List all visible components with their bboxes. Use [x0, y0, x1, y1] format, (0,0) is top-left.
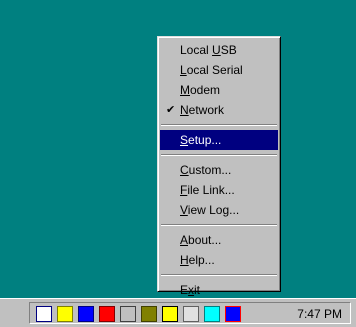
menu-separator [161, 224, 277, 226]
menu-item-label: Modem [180, 83, 221, 97]
menu-item-setup[interactable]: Setup... [160, 130, 278, 150]
tray-context-menu: Local USB Local Serial Modem ✔ Network Setup.… [157, 36, 281, 297]
network-cable-icon[interactable] [204, 306, 220, 322]
disk-icon[interactable] [183, 306, 199, 322]
menu-item-label: View Log... [180, 203, 240, 217]
menu-item-file-link[interactable]: File Link... [160, 180, 278, 200]
audio-icon[interactable] [141, 306, 157, 322]
menu-item-local-serial[interactable]: Local Serial [160, 60, 278, 80]
virus-shield-icon[interactable] [99, 306, 115, 322]
menu-item-label: Custom... [180, 163, 232, 177]
menu-item-about[interactable]: About... [160, 230, 278, 250]
power-icon[interactable] [225, 306, 241, 322]
menu-item-label: Setup... [180, 133, 222, 147]
monitor-icon[interactable] [120, 306, 136, 322]
system-tray: 7:47 PM [29, 302, 351, 324]
menu-separator [161, 124, 277, 126]
menu-separator [161, 274, 277, 276]
checkmark-icon: ✔ [166, 104, 176, 116]
menu-item-label: Network [180, 103, 225, 117]
menu-item-network[interactable]: ✔ Network [160, 100, 278, 120]
menu-item-label: File Link... [180, 183, 235, 197]
menu-separator [161, 154, 277, 156]
menu-item-label: Exit [180, 283, 201, 297]
menu-item-label: Local USB [180, 43, 237, 57]
network-icon[interactable] [78, 306, 94, 322]
menu-item-modem[interactable]: Modem [160, 80, 278, 100]
menu-item-label: About... [180, 233, 222, 247]
taskbar: 7:47 PM [0, 298, 356, 327]
menu-item-label: Local Serial [180, 63, 243, 77]
connection-icon[interactable] [36, 306, 52, 322]
menu-item-help[interactable]: Help... [160, 250, 278, 270]
menu-item-view-log[interactable]: View Log... [160, 200, 278, 220]
menu-item-exit[interactable]: Exit [160, 280, 278, 300]
menu-item-local-usb[interactable]: Local USB [160, 40, 278, 60]
notepad-icon[interactable] [57, 306, 73, 322]
menu-item-label: Help... [180, 253, 215, 267]
clock[interactable]: 7:47 PM [297, 307, 342, 321]
volume-icon[interactable] [162, 306, 178, 322]
menu-item-custom[interactable]: Custom... [160, 160, 278, 180]
